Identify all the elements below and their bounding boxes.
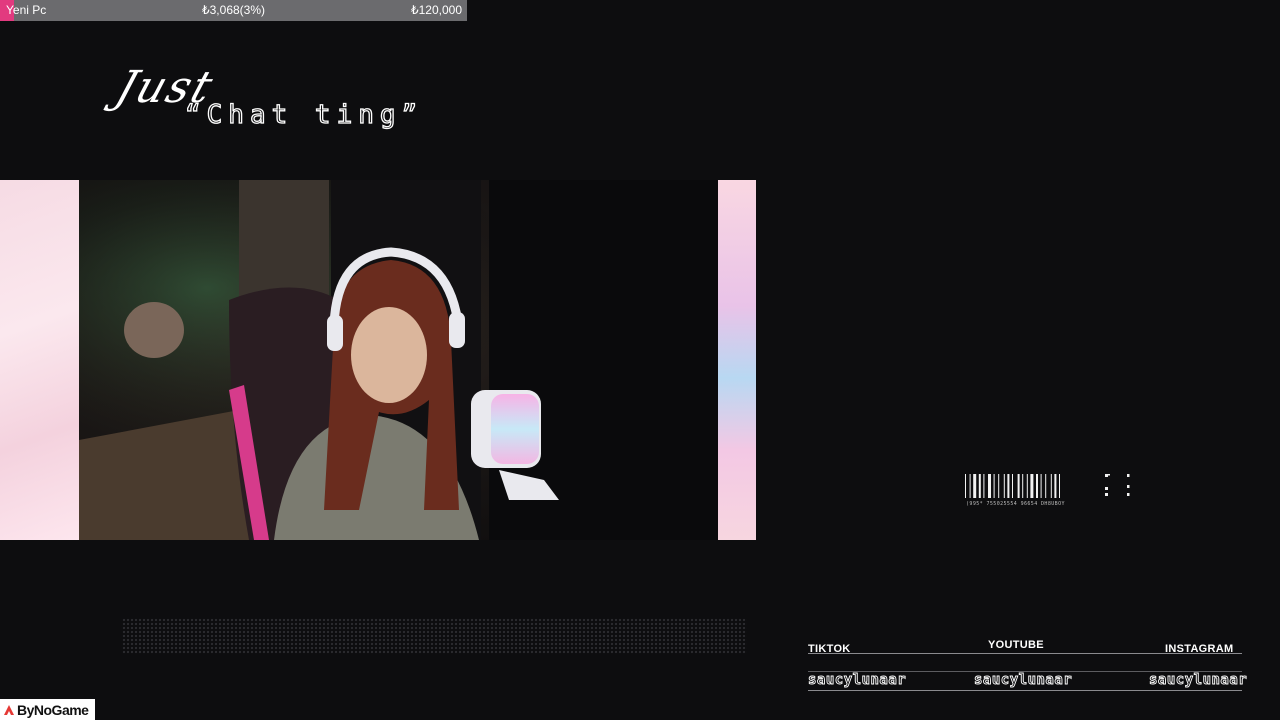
social-divider-bottom (808, 690, 1242, 691)
goal-target-amount: ₺120,000 (410, 3, 462, 17)
bynogame-watermark: ByNoGame (0, 699, 95, 720)
stream-title-category: “Chat ting” (184, 99, 424, 130)
social-handle-tiktok: saucylunaar (808, 672, 907, 689)
webcam-border-right (718, 180, 756, 540)
webcam-frame (0, 180, 756, 540)
webcam-scene (79, 180, 718, 540)
bynogame-logo-icon (4, 704, 14, 715)
decorative-dot-strip (122, 618, 747, 654)
social-divider-top (808, 653, 1242, 654)
barcode-digits: (995* 755025554 96654 DH8UBOY (966, 501, 1065, 507)
goal-current-amount: ₺3,068(3%) (202, 3, 265, 17)
social-label-youtube: YOUTUBE (988, 639, 1044, 651)
social-handle-instagram: saucylunaar (1149, 672, 1248, 689)
webcam-video (79, 180, 718, 540)
watermark-text: ByNoGame (17, 701, 89, 718)
social-handle-youtube: saucylunaar (974, 672, 1073, 689)
webcam-border-left (0, 180, 79, 540)
goal-label: Yeni Pc (6, 3, 47, 17)
donation-goal-bar: Yeni Pc ₺3,068(3%) ₺120,000 (0, 0, 467, 21)
